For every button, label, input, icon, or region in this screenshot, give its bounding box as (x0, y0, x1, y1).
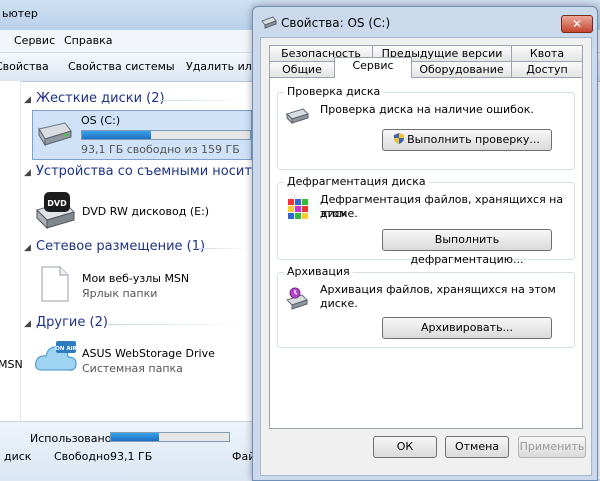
close-button[interactable]: ✕ (561, 15, 593, 33)
status-left-fragment: диск (4, 450, 32, 463)
archive-button[interactable]: Архивировать... (382, 317, 552, 339)
check-disk-title: Проверка диска (284, 85, 384, 98)
msn-name[interactable]: Мои веб-узлы MSN (82, 272, 189, 285)
explorer-status-bar: Использовано: диск Свободно: 93,1 ГБ Фай (0, 421, 255, 480)
tab-general-label: Общие (282, 63, 322, 76)
status-capacity-bar (110, 432, 230, 442)
group-other[interactable]: ◢ Другие (2) (24, 315, 108, 330)
tab-sharing[interactable]: Доступ (511, 61, 583, 77)
drive-c-capacity-fill (82, 131, 151, 139)
folder-shortcut-icon (41, 266, 69, 302)
status-capacity-fill (111, 433, 160, 441)
drive-c-name: OS (C:) (81, 114, 121, 127)
asus-sub: Системная папка (82, 362, 183, 375)
drive-c-capacity-bar (81, 130, 251, 140)
group-divider (196, 248, 250, 249)
defrag-title: Дефрагментация диска (284, 175, 429, 188)
tab-general[interactable]: Общие (269, 61, 335, 77)
group-network[interactable]: ◢ Сетевое размещение (1) (24, 239, 205, 254)
group-check-disk: Проверка диска Проверка диска на наличие… (277, 85, 575, 170)
status-used-label: Использовано: (30, 432, 116, 445)
drive-c-free-text: 93,1 ГБ свободно из 159 ГБ (81, 143, 240, 156)
hard-drive-icon (38, 122, 72, 147)
status-free-value: 93,1 ГБ (110, 450, 153, 463)
archive-title: Архивация (284, 265, 353, 278)
cancel-label: Отмена (454, 440, 500, 453)
group-other-label: Другие (2) (36, 315, 108, 330)
chevron-down-icon[interactable]: ◢ (24, 319, 34, 329)
group-defrag: Дефрагментация диска Дефрагментация файл… (277, 175, 575, 266)
cancel-button[interactable]: Отмена (445, 436, 509, 458)
nav-item-msn[interactable]: MSN (0, 358, 23, 371)
group-archive: Архивация Архивация файлов, хранящихся н… (277, 265, 575, 348)
asus-badge-text: ON AIR (55, 346, 77, 352)
archive-text: Архивация файлов, хранящихся на этом дис… (320, 283, 556, 310)
check-disk-text: Проверка диска на наличие ошибок. (320, 103, 534, 116)
defrag-icon (288, 199, 308, 219)
ok-label: ОК (396, 440, 414, 453)
chevron-down-icon[interactable]: ◢ (24, 243, 34, 253)
dialog-body: Безопасность Предыдущие версии Квота Общ… (260, 37, 592, 476)
menu-service[interactable]: Сервис (14, 34, 55, 47)
chevron-down-icon[interactable]: ◢ (24, 168, 34, 178)
backup-icon (286, 287, 308, 310)
group-hard-disks[interactable]: ◢ Жесткие диски (2) (24, 91, 165, 106)
group-network-label: Сетевое размещение (1) (36, 239, 206, 254)
ok-button[interactable]: ОК (373, 436, 437, 458)
status-free-label: Свободно: (54, 450, 114, 463)
uac-shield-icon (394, 133, 405, 144)
apply-button[interactable]: Применить (518, 436, 586, 458)
run-defrag-label: Выполнить дефрагментацию... (410, 233, 524, 266)
properties-dialog: Свойства: OS (C:) ✕ Безопасность Предыду… (252, 6, 598, 481)
toolbar-properties[interactable]: Свойства (0, 60, 49, 73)
tab-hardware-label: Оборудование (419, 63, 504, 76)
tab-hardware[interactable]: Оборудование (411, 61, 512, 77)
tab-service-label: Сервис (352, 59, 394, 72)
hard-drive-icon (261, 16, 277, 29)
asus-name[interactable]: ASUS WebStorage Drive (82, 347, 215, 360)
run-check-button[interactable]: Выполнить проверку... (382, 129, 552, 151)
toolbar-uninstall[interactable]: Удалить или (186, 60, 259, 73)
toolbar-system-properties[interactable]: Свойства системы (68, 60, 175, 73)
archive-button-label: Архивировать... (420, 321, 514, 334)
tab-quota[interactable]: Квота (511, 45, 583, 61)
tab-quota-label: Квота (529, 47, 565, 60)
apply-label: Применить (519, 440, 585, 453)
dialog-title: Свойства: OS (C:) (281, 16, 391, 30)
group-divider (108, 324, 250, 325)
drive-c-item[interactable]: OS (C:) 93,1 ГБ свободно из 159 ГБ (32, 110, 252, 160)
menu-help[interactable]: Справка (64, 34, 112, 47)
group-divider (160, 100, 250, 101)
chevron-down-icon[interactable]: ◢ (24, 95, 34, 105)
run-defrag-button[interactable]: Выполнить дефрагментацию... (382, 229, 552, 266)
explorer-title: ьютер (2, 7, 38, 20)
tab-service[interactable]: Сервис (334, 57, 412, 78)
dvd-icon-label: DVD (47, 199, 67, 208)
close-icon: ✕ (571, 17, 583, 31)
group-removable-label: Устройства со съемными носител (36, 164, 269, 179)
group-hard-disks-label: Жесткие диски (2) (36, 91, 165, 106)
cloud-drive-icon: ON AIR (35, 341, 78, 371)
dvd-name[interactable]: DVD RW дисковод (E:) (82, 205, 209, 218)
run-check-label: Выполнить проверку... (407, 133, 540, 146)
group-removable[interactable]: ◢ Устройства со съемными носител (24, 164, 268, 179)
defrag-text-line1: Дефрагментация файлов, хранящихся на это… (320, 193, 564, 220)
navigation-pane[interactable]: MSN (0, 81, 23, 421)
tab-panel-service: Проверка диска Проверка диска на наличие… (269, 77, 583, 429)
dvd-drive-icon: DVD (36, 192, 75, 230)
disk-check-icon (286, 108, 309, 125)
defrag-text-line2: диске. (320, 207, 358, 220)
msn-sub: Ярлык папки (82, 287, 158, 300)
tab-sharing-label: Доступ (526, 63, 568, 76)
